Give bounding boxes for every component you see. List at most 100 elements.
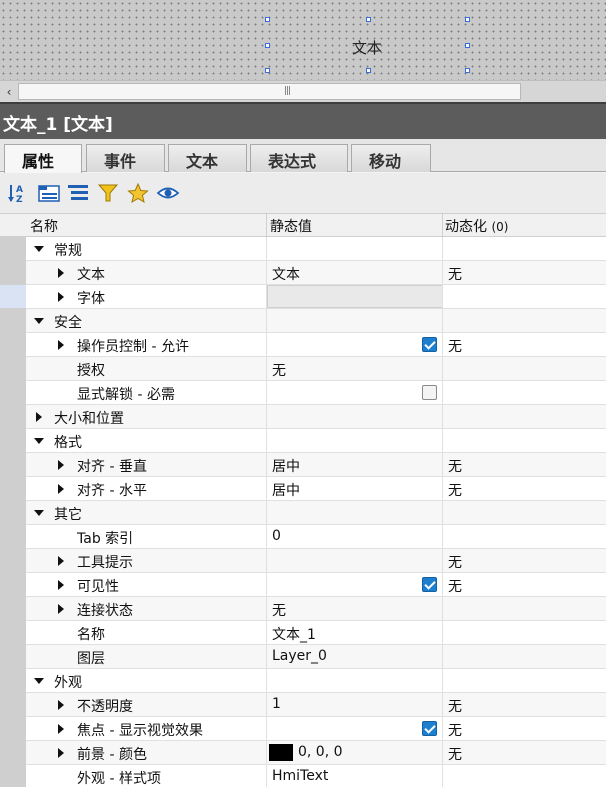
property-name-cell[interactable]: 字体	[26, 285, 266, 309]
property-row[interactable]: 大小和位置	[26, 405, 606, 429]
sort-az-icon[interactable]: A Z	[7, 182, 31, 204]
selection-handle[interactable]	[265, 17, 270, 22]
property-name-cell[interactable]: 外观 - 样式项	[26, 765, 266, 787]
static-value-cell[interactable]	[266, 549, 442, 573]
column-header-static[interactable]: 静态值	[270, 216, 312, 236]
row-selector[interactable]	[0, 285, 26, 308]
property-row[interactable]: 前景 - 颜色 0, 0, 0 无	[26, 741, 606, 765]
property-name-cell[interactable]: 焦点 - 显示视觉效果	[26, 717, 266, 741]
static-value-cell[interactable]	[266, 405, 442, 429]
property-row[interactable]: 可见性 无	[26, 573, 606, 597]
expand-icon[interactable]	[58, 268, 64, 278]
static-value-cell[interactable]: HmiText	[266, 765, 442, 787]
tab-texts[interactable]: 文本	[168, 144, 247, 172]
property-row[interactable]: 外观 - 样式项 HmiText	[26, 765, 606, 787]
dynamization-cell[interactable]	[442, 429, 606, 453]
static-value-cell[interactable]: 居中	[266, 453, 442, 477]
dynamization-cell[interactable]	[442, 285, 606, 309]
property-name-cell[interactable]: 操作员控制 - 允许	[26, 333, 266, 357]
selection-handle[interactable]	[265, 43, 270, 48]
property-name-cell[interactable]: 格式	[26, 429, 266, 453]
selection-handle[interactable]	[465, 68, 470, 73]
dynamization-cell[interactable]: 无	[442, 549, 606, 573]
static-value-cell[interactable]: 文本_1	[266, 621, 442, 645]
property-name-cell[interactable]: 工具提示	[26, 549, 266, 573]
static-value-cell[interactable]: 文本	[266, 261, 442, 285]
property-name-cell[interactable]: 不透明度	[26, 693, 266, 717]
property-row[interactable]: 格式	[26, 429, 606, 453]
property-row[interactable]: 其它	[26, 501, 606, 525]
value-checkbox[interactable]	[422, 577, 437, 592]
scrollbar-thumb-grip-icon[interactable]: |||	[284, 86, 291, 96]
expand-icon[interactable]	[58, 484, 64, 494]
property-row[interactable]: 操作员控制 - 允许 无	[26, 333, 606, 357]
property-name-cell[interactable]: 前景 - 颜色	[26, 741, 266, 765]
column-header-dynamic[interactable]: 动态化 (0)	[445, 216, 508, 236]
value-checkbox[interactable]	[422, 385, 437, 400]
property-name-cell[interactable]: 文本	[26, 261, 266, 285]
property-name-cell[interactable]: 大小和位置	[26, 405, 266, 429]
property-name-cell[interactable]: 外观	[26, 669, 266, 693]
static-value-cell[interactable]: 0	[266, 525, 442, 549]
dynamization-cell[interactable]	[442, 525, 606, 549]
property-name-cell[interactable]: 可见性	[26, 573, 266, 597]
static-value-cell[interactable]	[266, 501, 442, 525]
collapse-icon[interactable]	[34, 678, 44, 684]
selection-handle[interactable]	[366, 68, 371, 73]
property-row[interactable]: 外观	[26, 669, 606, 693]
expand-icon[interactable]	[58, 460, 64, 470]
property-row[interactable]: 显式解锁 - 必需	[26, 381, 606, 405]
expand-icon[interactable]	[58, 340, 64, 350]
dynamization-cell[interactable]	[442, 621, 606, 645]
value-checkbox[interactable]	[422, 721, 437, 736]
static-value-cell[interactable]	[266, 669, 442, 693]
selection-handle[interactable]	[465, 43, 470, 48]
static-value-cell[interactable]: Layer_0	[266, 645, 442, 669]
expand-icon[interactable]	[58, 292, 64, 302]
property-name-cell[interactable]: 对齐 - 垂直	[26, 453, 266, 477]
dynamization-cell[interactable]: 无	[442, 741, 606, 765]
static-value-cell[interactable]	[266, 717, 442, 741]
favorite-star-icon[interactable]	[126, 182, 150, 204]
static-value-cell[interactable]	[266, 285, 443, 309]
selection-handle[interactable]	[366, 17, 371, 22]
list-view-icon[interactable]	[66, 182, 90, 204]
property-name-cell[interactable]: 授权	[26, 357, 266, 381]
dynamization-cell[interactable]	[442, 309, 606, 333]
property-row[interactable]: 授权 无	[26, 357, 606, 381]
static-value-cell[interactable]: 1	[266, 693, 442, 717]
property-name-cell[interactable]: 安全	[26, 309, 266, 333]
dynamization-cell[interactable]	[442, 357, 606, 381]
dynamization-cell[interactable]: 无	[442, 717, 606, 741]
expand-icon[interactable]	[58, 604, 64, 614]
expand-icon[interactable]	[58, 724, 64, 734]
static-value-cell[interactable]	[266, 573, 442, 597]
design-canvas[interactable]: 文本	[0, 0, 606, 80]
static-value-cell[interactable]: 无	[266, 597, 442, 621]
property-row[interactable]: 文本 文本 无	[26, 261, 606, 285]
dynamization-cell[interactable]	[442, 381, 606, 405]
property-name-cell[interactable]: 连接状态	[26, 597, 266, 621]
dynamization-cell[interactable]	[442, 645, 606, 669]
tab-expressions[interactable]: 表达式	[250, 144, 348, 172]
property-row[interactable]: 名称 文本_1	[26, 621, 606, 645]
property-name-cell[interactable]: Tab 索引	[26, 525, 266, 549]
collapse-icon[interactable]	[34, 438, 44, 444]
property-row[interactable]: 不透明度 1 无	[26, 693, 606, 717]
dynamization-cell[interactable]: 无	[442, 261, 606, 285]
property-row[interactable]: 连接状态 无	[26, 597, 606, 621]
property-row[interactable]: 常规	[26, 237, 606, 261]
static-value-cell[interactable]	[266, 429, 442, 453]
horizontal-scrollbar[interactable]: ‹ |||	[0, 80, 606, 102]
eye-icon[interactable]	[156, 182, 180, 204]
collapse-icon[interactable]	[34, 246, 44, 252]
text-object-label[interactable]: 文本	[352, 37, 382, 58]
property-row[interactable]: 对齐 - 水平 居中 无	[26, 477, 606, 501]
dynamization-cell[interactable]: 无	[442, 573, 606, 597]
property-row[interactable]: 图层 Layer_0	[26, 645, 606, 669]
dynamization-cell[interactable]: 无	[442, 693, 606, 717]
color-swatch[interactable]	[269, 744, 293, 761]
scrollbar-track[interactable]: |||	[18, 83, 521, 100]
static-value-cell[interactable]: 居中	[266, 477, 442, 501]
static-value-cell[interactable]: 0, 0, 0	[266, 741, 442, 765]
